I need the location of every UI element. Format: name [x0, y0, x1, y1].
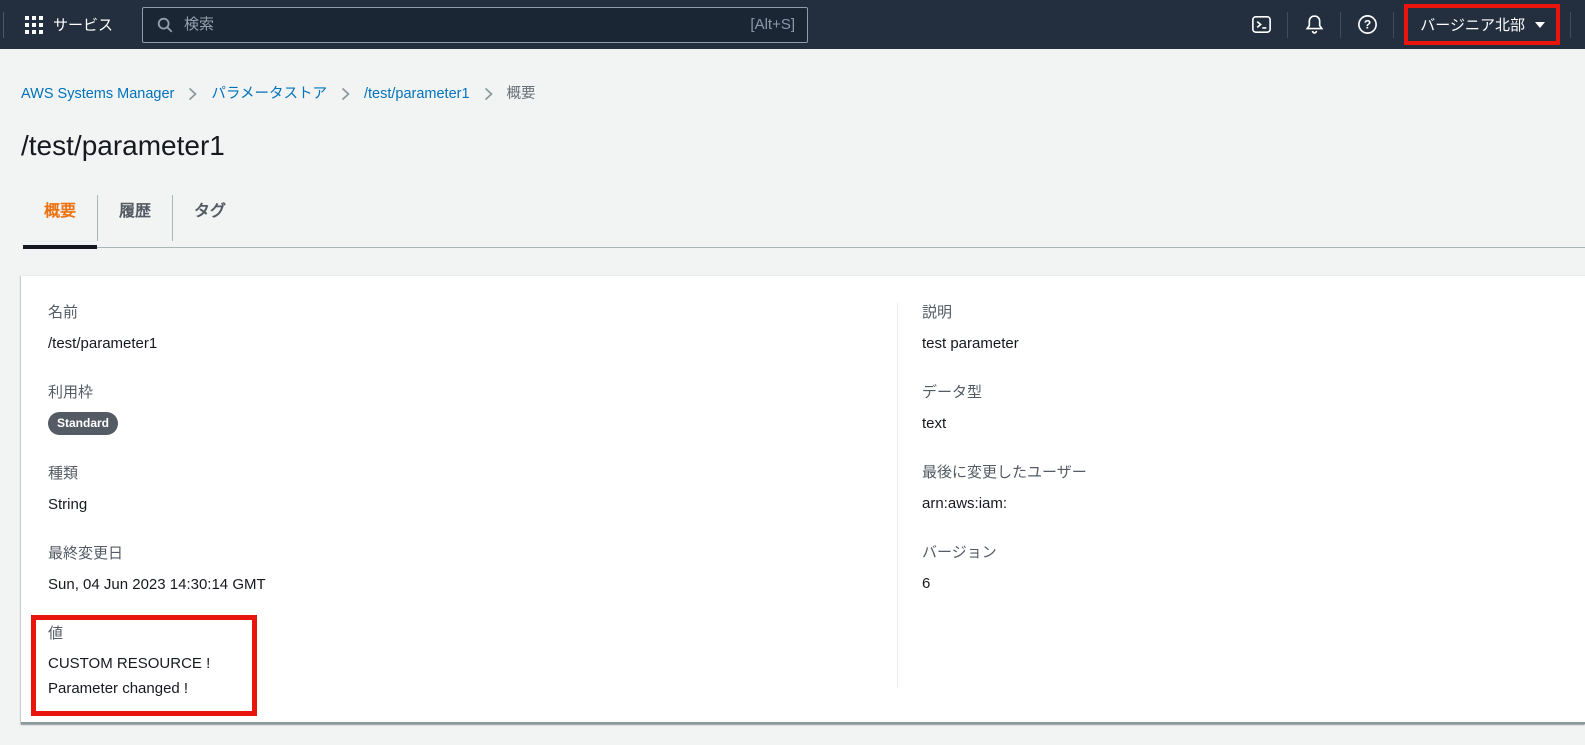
annotation-box-region: バージニア北部: [1404, 4, 1560, 45]
services-label: サービス: [53, 17, 114, 34]
notifications-button[interactable]: [1294, 5, 1334, 45]
field-value-section: 値 CUSTOM RESOURCE ! Parameter changed !: [48, 624, 210, 701]
parameter-value-line: Parameter changed !: [48, 680, 189, 697]
breadcrumb: AWS Systems Manager パラメータストア /test/param…: [21, 84, 1585, 104]
tab-overview[interactable]: 概要: [23, 195, 98, 249]
field-last-modified-date: 最終変更日 Sun, 04 Jun 2023 14:30:14 GMT: [48, 544, 857, 595]
field-value: arn:aws:iam:: [922, 495, 1008, 512]
field-label: 種類: [48, 465, 79, 482]
search-input[interactable]: [184, 16, 741, 33]
search-shortcut-hint: [Alt+S]: [750, 16, 796, 33]
tab-tags[interactable]: タグ: [173, 195, 247, 247]
field-label: データ型: [922, 384, 983, 401]
breadcrumb-chevron-icon: [188, 87, 198, 101]
field-type: 種類 String: [48, 464, 857, 515]
topbar-right-controls: ? バージニア北部: [1241, 4, 1577, 45]
breadcrumb-current: 概要: [506, 86, 536, 102]
page-title: /test/parameter1: [21, 130, 225, 161]
bell-icon: [1303, 13, 1326, 36]
field-data-type: データ型 text: [922, 383, 1545, 434]
search-icon: [156, 16, 174, 34]
field-label: バージョン: [922, 544, 997, 561]
cloudshell-terminal-icon: [1250, 13, 1273, 36]
cloudshell-button[interactable]: [1241, 5, 1281, 45]
region-selector[interactable]: バージニア北部: [1408, 8, 1556, 41]
overview-left-column: 名前 /test/parameter1 利用枠 Standard 種類 Stri…: [21, 276, 897, 722]
breadcrumb-item-parameter-store[interactable]: パラメータストア: [211, 84, 327, 104]
question-mark-icon: ?: [1356, 13, 1379, 36]
field-version: バージョン 6: [922, 543, 1545, 594]
field-tier: 利用枠 Standard: [48, 383, 857, 435]
field-value: /test/parameter1: [48, 335, 158, 352]
divider: [1570, 11, 1571, 38]
tab-bar: 概要 履歴 タグ: [23, 195, 1585, 249]
field-description: 説明 test parameter: [922, 303, 1545, 354]
breadcrumb-item-parameter[interactable]: /test/parameter1: [364, 84, 470, 104]
divider: [897, 303, 898, 688]
apps-grid-icon: [25, 15, 43, 34]
field-value: Sun, 04 Jun 2023 14:30:14 GMT: [48, 576, 266, 593]
field-label: 説明: [922, 304, 953, 321]
region-label: バージニア北部: [1420, 17, 1525, 34]
divider: [1287, 11, 1289, 38]
field-value: 6: [922, 575, 931, 592]
field-label: 最後に変更したユーザー: [922, 464, 1087, 481]
breadcrumb-item-systems-manager[interactable]: AWS Systems Manager: [21, 84, 174, 104]
global-search[interactable]: [Alt+S]: [142, 6, 809, 43]
services-menu-button[interactable]: サービス: [25, 14, 113, 35]
breadcrumb-chevron-icon: [341, 87, 350, 101]
main-content: AWS Systems Manager パラメータストア /test/param…: [0, 84, 1585, 724]
field-value: test parameter: [922, 335, 1019, 352]
top-navigation-bar: サービス [Alt+S]: [0, 0, 1585, 49]
parameter-value-line: CUSTOM RESOURCE !: [48, 655, 211, 672]
field-value: String: [48, 496, 88, 513]
field-label: 最終変更日: [48, 545, 124, 562]
divider: [3, 11, 4, 38]
help-button[interactable]: ?: [1347, 5, 1387, 45]
field-name: 名前 /test/parameter1: [48, 303, 857, 354]
overview-card: 名前 /test/parameter1 利用枠 Standard 種類 Stri…: [21, 275, 1585, 724]
breadcrumb-chevron-icon: [484, 87, 493, 101]
field-label: 名前: [48, 304, 79, 321]
overview-right-column: 説明 test parameter データ型 text 最後に変更したユーザー …: [897, 276, 1585, 722]
divider: [1340, 11, 1342, 38]
field-last-modified-user: 最後に変更したユーザー arn:aws:iam:: [922, 463, 1545, 514]
field-value: text: [922, 415, 947, 432]
tab-history[interactable]: 履歴: [98, 195, 172, 247]
annotation-box-value: 値 CUSTOM RESOURCE ! Parameter changed !: [31, 615, 258, 716]
tier-standard-badge: Standard: [48, 412, 119, 435]
svg-text:?: ?: [1364, 18, 1371, 32]
chevron-down-icon: [1535, 21, 1545, 28]
field-label: 値: [48, 625, 64, 642]
divider: [1393, 11, 1395, 38]
field-label: 利用枠: [48, 384, 94, 401]
